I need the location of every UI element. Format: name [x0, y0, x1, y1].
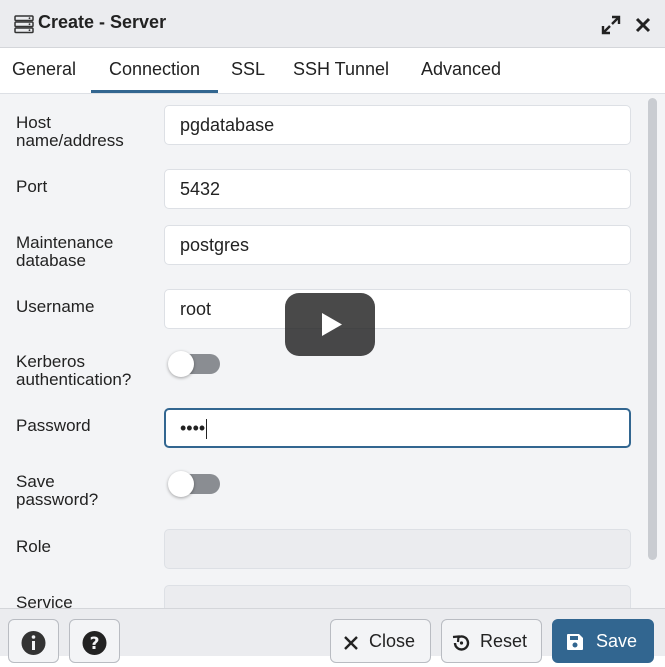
- close-icon[interactable]: [632, 14, 654, 36]
- host-input[interactable]: pgdatabase: [164, 105, 631, 145]
- svg-text:?: ?: [90, 634, 100, 654]
- tab-general[interactable]: General: [0, 48, 88, 93]
- server-icon: [14, 15, 34, 34]
- maintenance-db-label: Maintenance database: [16, 233, 114, 270]
- scrollbar[interactable]: [645, 94, 665, 608]
- password-label: Password: [16, 416, 91, 435]
- x-icon: [344, 636, 358, 650]
- kerberos-toggle[interactable]: [168, 351, 220, 377]
- reset-icon: [452, 635, 470, 651]
- role-select[interactable]: [164, 529, 631, 569]
- reset-button[interactable]: Reset: [441, 619, 542, 663]
- help-button[interactable]: ?: [69, 619, 120, 663]
- maintenance-db-input[interactable]: postgres: [164, 225, 631, 265]
- tab-bar: General Connection SSL SSH Tunnel Advanc…: [0, 48, 665, 94]
- play-button[interactable]: [285, 293, 375, 356]
- username-label: Username: [16, 297, 95, 316]
- port-label: Port: [16, 177, 48, 196]
- save-password-toggle[interactable]: [168, 471, 220, 497]
- password-value: ••••: [180, 418, 206, 438]
- port-input[interactable]: 5432: [164, 169, 631, 209]
- play-icon: [322, 313, 342, 336]
- close-button[interactable]: Close: [330, 619, 431, 663]
- info-button[interactable]: [8, 619, 59, 663]
- save-password-label: Save password?: [16, 472, 99, 509]
- toggle-knob: [168, 471, 194, 497]
- scrollbar-thumb[interactable]: [648, 98, 657, 560]
- expand-arrows-icon[interactable]: [600, 14, 622, 36]
- floppy-disk-icon: [567, 634, 583, 650]
- service-input[interactable]: [164, 585, 631, 608]
- dialog-titlebar: Create - Server: [0, 0, 665, 48]
- password-input[interactable]: ••••: [164, 408, 631, 448]
- kerberos-label: Kerberos authentication?: [16, 352, 132, 389]
- toggle-knob: [168, 351, 194, 377]
- tab-ssh-tunnel[interactable]: SSH Tunnel: [280, 48, 402, 93]
- tab-connection[interactable]: Connection: [91, 48, 218, 93]
- dialog-footer: ? Close Reset Save: [0, 608, 665, 663]
- tab-advanced[interactable]: Advanced: [408, 48, 514, 93]
- host-label: Host name/address: [16, 113, 124, 150]
- role-label: Role: [16, 537, 51, 556]
- tab-ssl[interactable]: SSL: [221, 48, 275, 93]
- dialog-title: Create - Server: [38, 12, 167, 32]
- text-caret: [206, 419, 208, 440]
- service-label: Service: [16, 593, 73, 609]
- username-input[interactable]: root: [164, 289, 631, 329]
- save-button[interactable]: Save: [552, 619, 654, 663]
